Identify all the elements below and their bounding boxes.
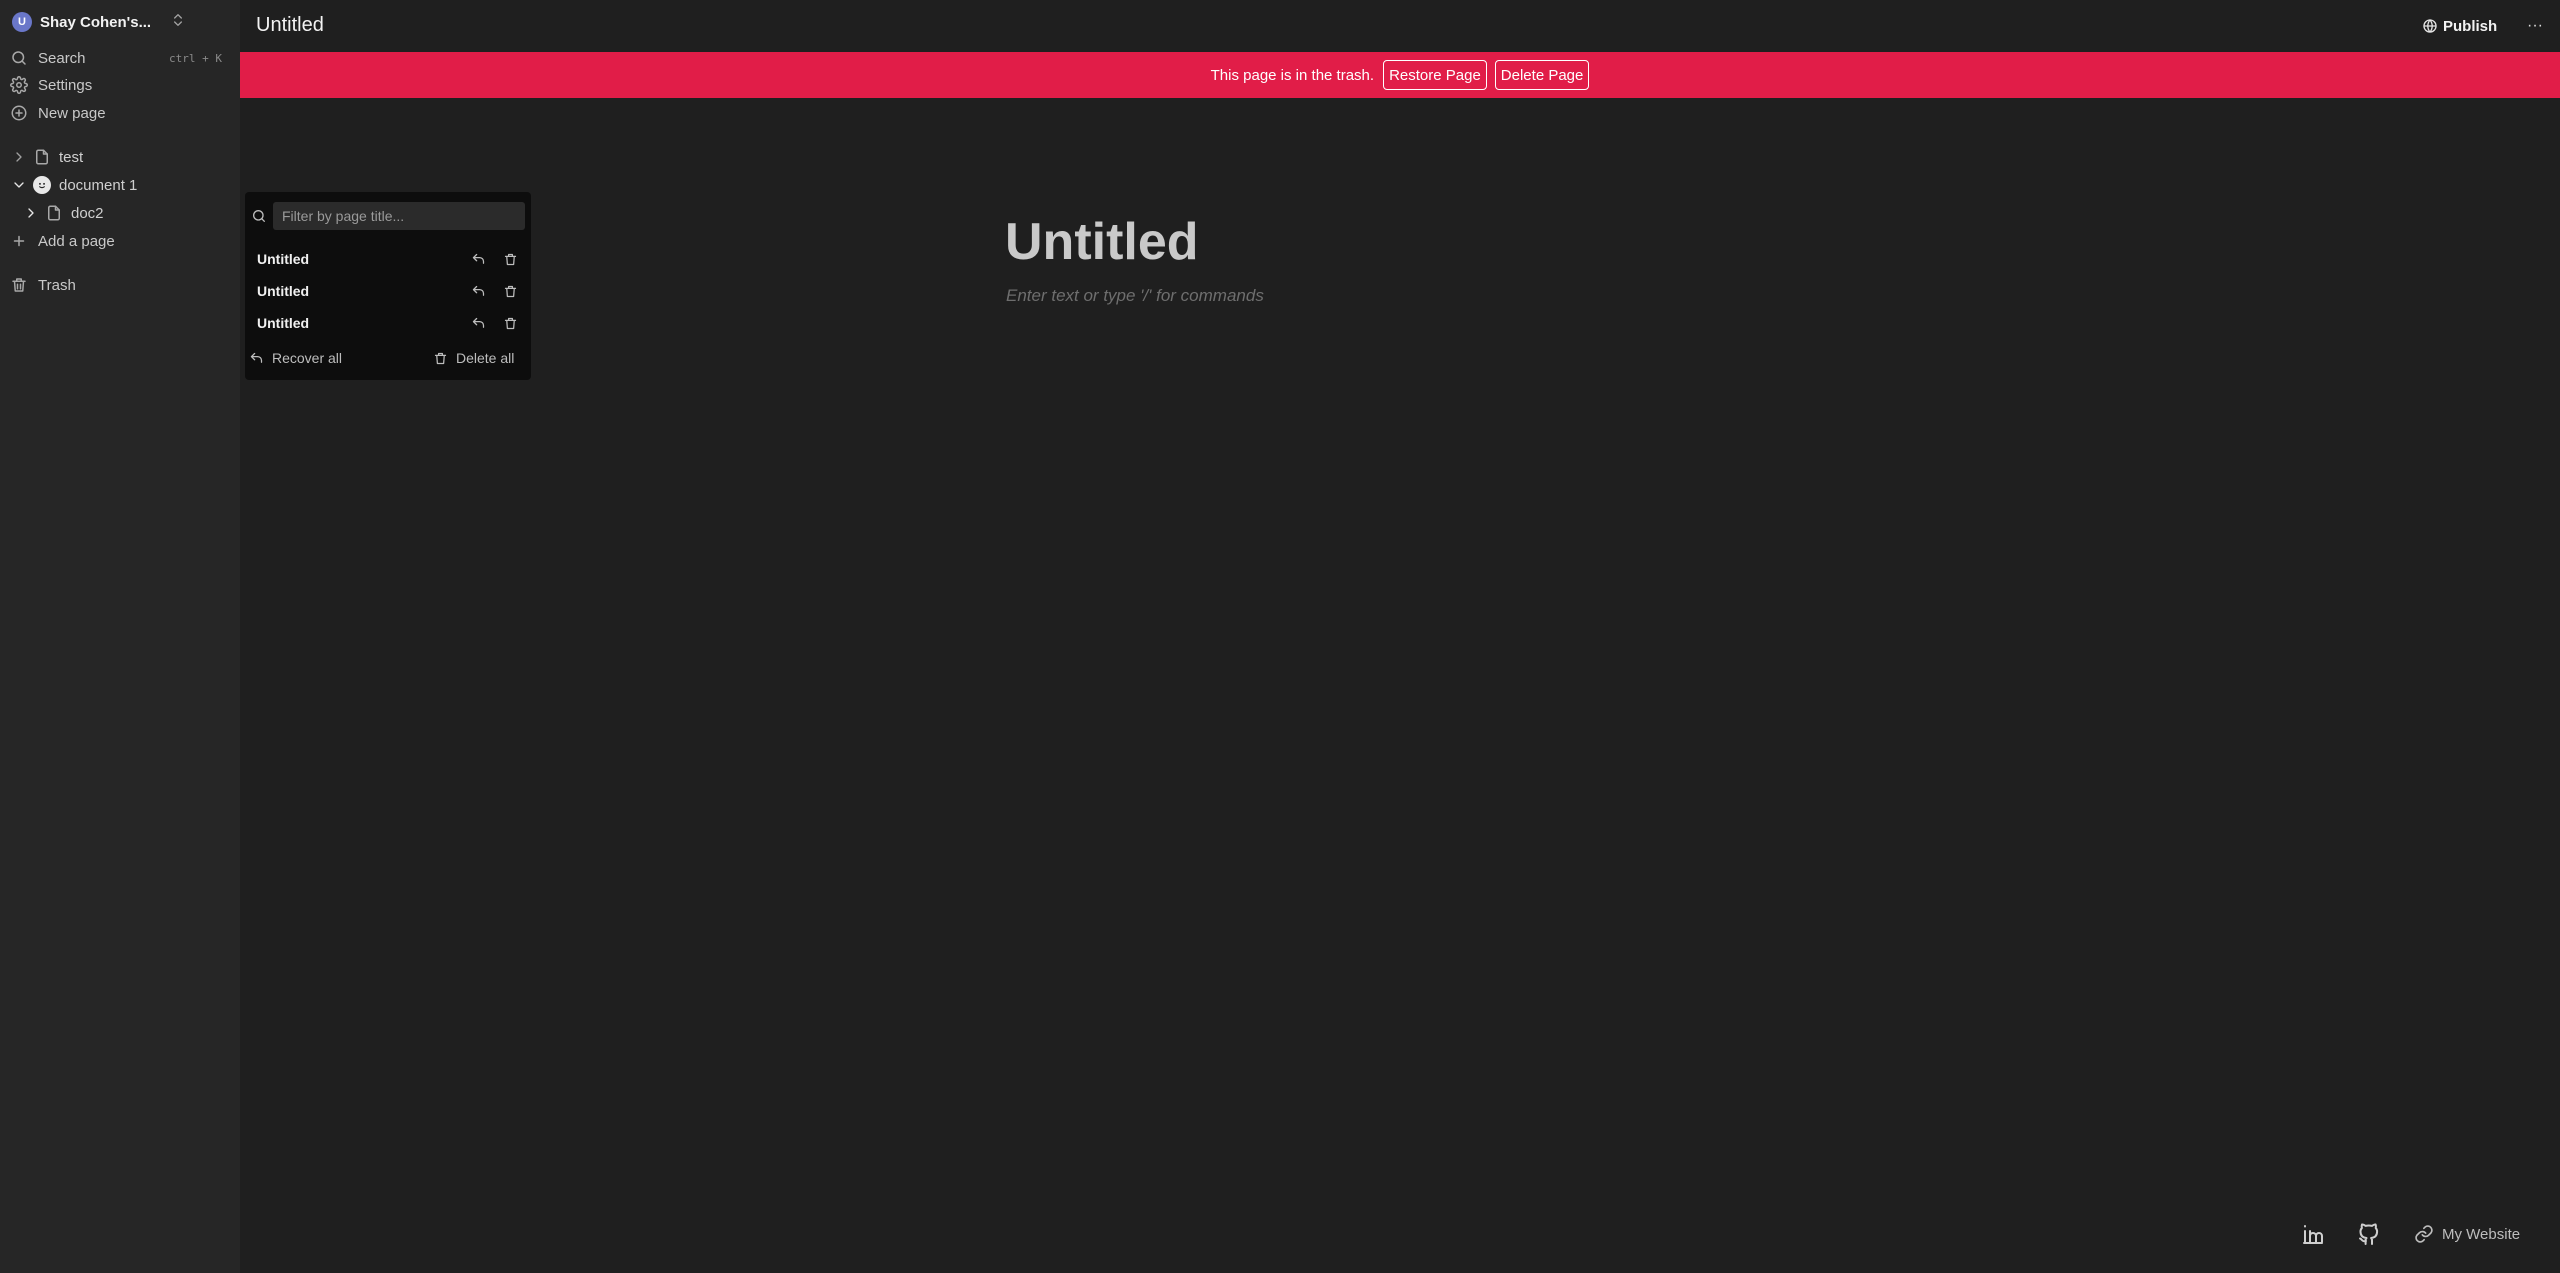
editor-placeholder[interactable]: Enter text or type '/' for commands [1006,286,1264,306]
my-website-label: My Website [2442,1225,2521,1243]
trash-button[interactable]: Trash [10,272,234,298]
workspace-avatar: U [12,12,32,32]
document-title[interactable]: Untitled [1005,212,1199,272]
add-page-button[interactable]: Add a page [10,228,234,254]
add-page-label: Add a page [38,232,115,250]
search-shortcut: ctrl + K [169,51,222,65]
delete-page-button[interactable]: Delete Page [1494,60,1590,90]
globe-icon [2422,18,2438,34]
trash-popover: Untitled Untitled Untitled Recover all D… [245,192,531,380]
chevron-right-icon[interactable] [11,149,27,165]
chevron-right-icon[interactable] [23,205,39,221]
undo-icon [471,284,486,299]
recover-all-label: Recover all [272,350,343,366]
banner-message: This page is in the trash. [1210,66,1375,84]
trash-item[interactable]: Untitled [245,244,531,274]
sidebar-item-label: doc2 [71,204,104,222]
settings-label: Settings [38,76,93,94]
trash-item[interactable]: Untitled [245,308,531,338]
settings-button[interactable]: Settings [10,72,234,98]
new-page-label: New page [38,104,106,122]
chevrons-up-down-icon [170,12,186,28]
more-options-button[interactable]: ··· [2520,13,2550,39]
plus-icon [10,232,28,250]
trash-icon [503,252,518,267]
sidebar-item-document-1[interactable]: document 1 [11,172,237,198]
linkedin-link[interactable] [2299,1220,2327,1248]
gear-icon [10,76,28,94]
github-link[interactable] [2355,1220,2383,1248]
top-bar: Untitled Publish ··· [240,0,2560,52]
workspace-switcher[interactable]: U Shay Cohen's... [12,10,232,34]
linkedin-icon [2301,1222,2325,1246]
search-icon [10,49,28,67]
filter-by-title-input[interactable] [273,202,525,230]
my-website-link[interactable]: My Website [2414,1221,2520,1247]
new-page-button[interactable]: New page [10,100,234,126]
trash-banner: This page is in the trash. Restore Page … [240,52,2560,98]
publish-label: Publish [2443,17,2498,35]
delete-item-button[interactable] [500,281,520,301]
undo-icon [249,351,264,366]
trash-icon [503,316,518,331]
delete-all-label: Delete all [456,350,515,366]
delete-item-button[interactable] [500,249,520,269]
publish-button[interactable]: Publish [2418,13,2501,39]
search-icon [251,208,267,224]
undo-icon [471,316,486,331]
trash-filter [251,202,525,230]
undo-icon [471,252,486,267]
github-icon [2357,1222,2381,1246]
page-title-breadcrumb[interactable]: Untitled [256,14,324,37]
link-icon [2414,1224,2434,1244]
trash-item-title: Untitled [257,283,310,299]
restore-item-button[interactable] [468,313,488,333]
trash-item[interactable]: Untitled [245,276,531,306]
delete-item-button[interactable] [500,313,520,333]
restore-page-button[interactable]: Restore Page [1383,60,1487,90]
face-emoji-icon [33,176,51,194]
trash-icon [10,276,28,294]
sidebar-item-label: test [59,148,84,166]
trash-label: Trash [38,276,76,294]
delete-all-button[interactable]: Delete all [433,346,514,370]
chevron-down-icon[interactable] [11,177,27,193]
sidebar-item-test[interactable]: test [11,144,237,170]
trash-item-title: Untitled [257,251,310,267]
search-label: Search [38,49,86,67]
trash-item-title: Untitled [257,315,310,331]
sidebar-item-doc2[interactable]: doc2 [23,200,237,226]
trash-icon [433,351,448,366]
file-icon [45,204,63,222]
trash-icon [503,284,518,299]
search-button[interactable]: Search ctrl + K [10,45,234,71]
plus-circle-icon [10,104,28,122]
restore-item-button[interactable] [468,249,488,269]
sidebar: U Shay Cohen's... Search ctrl + K Settin… [0,0,240,1273]
restore-item-button[interactable] [468,281,488,301]
sidebar-item-label: document 1 [59,176,138,194]
workspace-name: Shay Cohen's... [40,13,152,31]
more-horizontal-icon: ··· [2527,17,2543,34]
recover-all-button[interactable]: Recover all [249,346,342,370]
file-icon [33,148,51,166]
